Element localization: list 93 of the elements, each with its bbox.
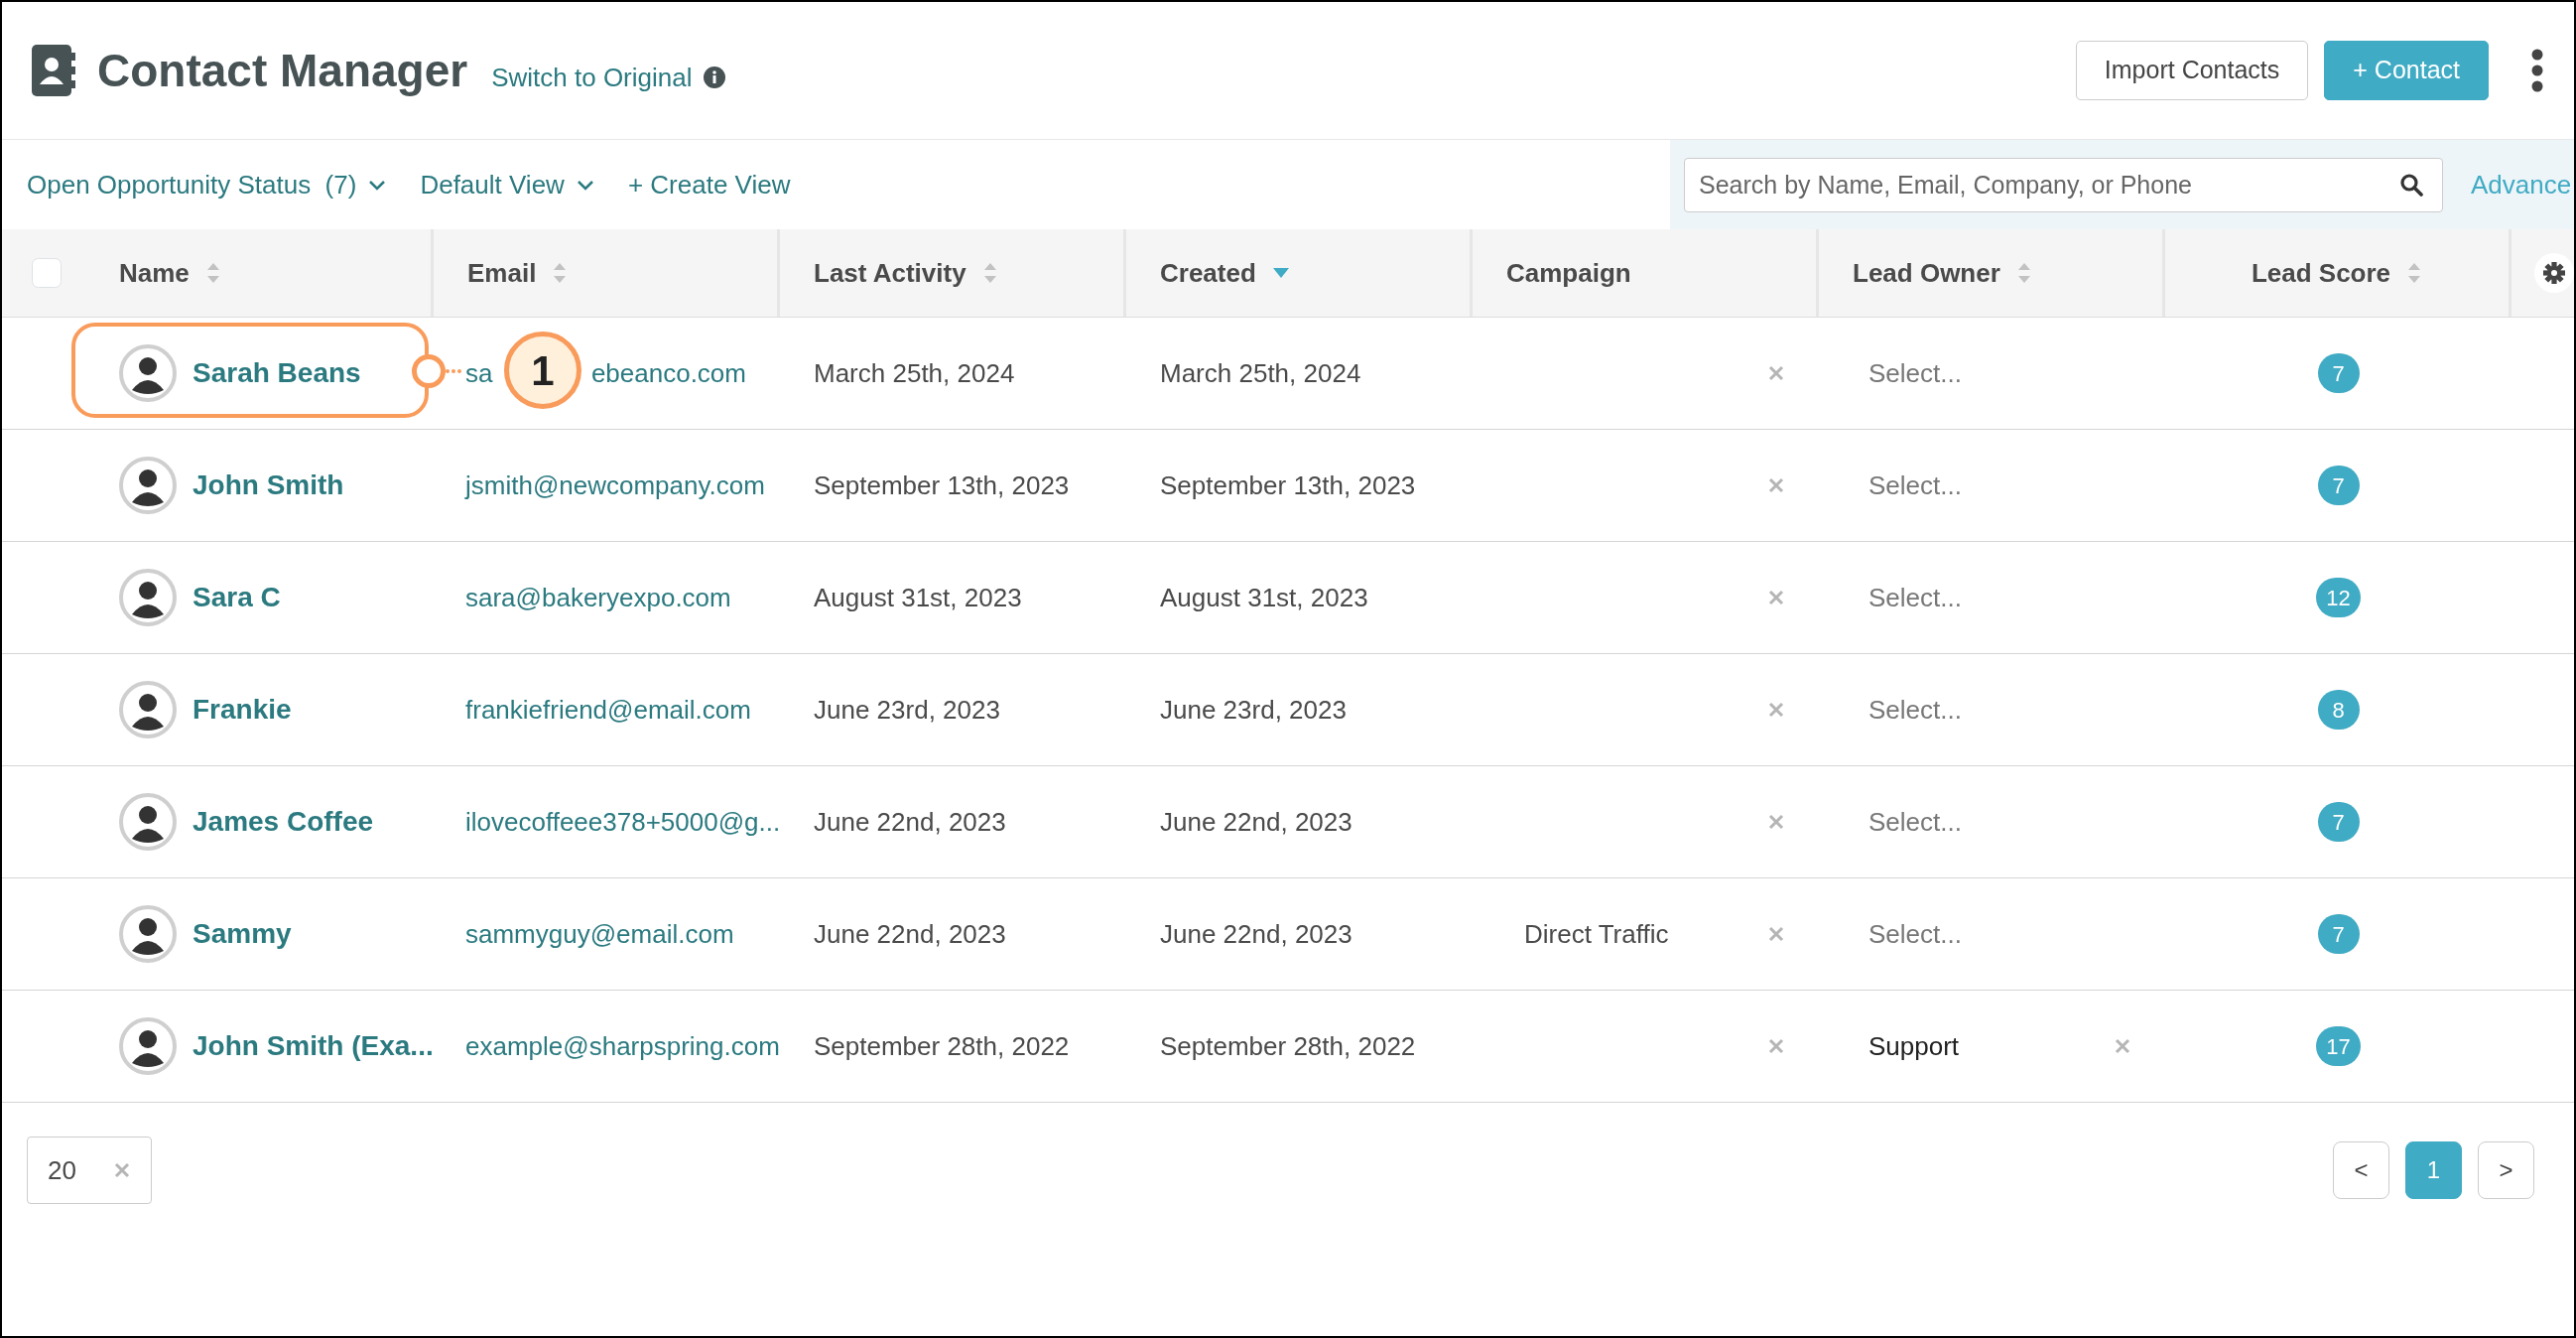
score-pill: 7: [2317, 353, 2360, 393]
score-pill: 8: [2317, 690, 2360, 730]
score-pill: 7: [2317, 466, 2360, 505]
contact-name-link[interactable]: John Smith (Exa...: [193, 1025, 434, 1067]
score-pill: 17: [2316, 1026, 2361, 1066]
import-button[interactable]: Import Contacts: [2075, 41, 2309, 100]
select-all-checkbox[interactable]: [32, 258, 62, 288]
connector-ring: [412, 354, 446, 388]
date-text: June 22nd, 2023: [1160, 917, 1352, 951]
avatar-icon: [119, 905, 177, 963]
column-header: Lead Owner: [1853, 256, 2000, 290]
avatar-icon: [119, 457, 177, 514]
contact-name-link[interactable]: James Coffee: [193, 801, 374, 843]
column-header: Lead Score: [2251, 256, 2391, 290]
score-pill: 7: [2317, 914, 2360, 954]
select-placeholder[interactable]: Select...: [1868, 578, 1962, 617]
date-text: August 31st, 2023: [1160, 581, 1368, 614]
contact-name-link[interactable]: Sara C: [193, 577, 281, 618]
avatar-icon: [119, 569, 177, 626]
date-text: June 23rd, 2023: [1160, 693, 1347, 727]
date-text: March 25th, 2024: [1160, 356, 1361, 390]
avatar-icon: [119, 1017, 177, 1075]
page-button[interactable]: <: [2333, 1141, 2389, 1199]
date-text: June 23rd, 2023: [814, 693, 1000, 727]
select-placeholder[interactable]: Select...: [1868, 466, 1962, 505]
email-link[interactable]: ilovecoffeee378+5000@g...: [465, 802, 781, 842]
add-contact-button[interactable]: + Contact: [2324, 41, 2489, 100]
avatar-icon: [119, 793, 177, 851]
page-title: Contact Manager: [97, 43, 468, 98]
clear-icon[interactable]: [1767, 701, 1785, 719]
date-text: September 13th, 2023: [814, 468, 1070, 502]
more-menu-icon[interactable]: [2530, 49, 2544, 92]
column-header: Email: [467, 256, 537, 290]
avatar-icon: [119, 344, 177, 402]
info-icon: [704, 67, 726, 88]
sort-icon[interactable]: [2015, 261, 2032, 285]
date-text: September 28th, 2022: [814, 1029, 1070, 1063]
email-link[interactable]: sammyguy@email.com: [465, 914, 734, 954]
date-text: March 25th, 2024: [814, 356, 1015, 390]
search-field[interactable]: Search by Name, Email, Company, or Phone: [1684, 157, 2443, 212]
email-link[interactable]: jsmith@newcompany.com: [465, 466, 765, 505]
email-link[interactable]: frankiefriend@email.com: [465, 690, 751, 730]
clear-icon[interactable]: [1767, 476, 1785, 494]
date-text: August 31st, 2023: [814, 581, 1022, 614]
filter-dropdown[interactable]: Default View: [420, 165, 594, 204]
clear-icon[interactable]: [1767, 1037, 1785, 1055]
page-button[interactable]: 1: [2405, 1141, 2462, 1199]
sort-descending-icon[interactable]: [1271, 267, 1290, 279]
clear-icon[interactable]: [1767, 364, 1785, 382]
campaign-text: Direct Traffic: [1524, 917, 1669, 951]
select-placeholder[interactable]: Select...: [1868, 353, 1962, 393]
column-header: Last Activity: [814, 256, 966, 290]
date-text: June 22nd, 2023: [814, 805, 1006, 839]
email-link[interactable]: sara@bakeryexpo.com: [465, 578, 731, 617]
select-placeholder[interactable]: Select...: [1868, 914, 1962, 954]
owner-text[interactable]: Support: [1868, 1026, 1960, 1066]
column-header: Campaign: [1506, 256, 1631, 290]
date-text: September 28th, 2022: [1160, 1029, 1416, 1063]
contact-book-icon: [32, 45, 75, 96]
callout-number: 1: [504, 332, 581, 409]
select-placeholder[interactable]: Select...: [1868, 802, 1962, 842]
date-text: June 22nd, 2023: [814, 917, 1006, 951]
settings-icon[interactable]: [2534, 253, 2574, 293]
contact-name-link[interactable]: John Smith: [193, 465, 344, 506]
sort-icon[interactable]: [981, 261, 998, 285]
contact-name-link[interactable]: Sarah Beans: [193, 352, 361, 394]
select-placeholder[interactable]: Select...: [1868, 690, 1962, 730]
date-text: September 13th, 2023: [1160, 468, 1416, 502]
switch-link[interactable]: Switch to Original: [491, 58, 693, 97]
filter-dropdown[interactable]: Open Opportunity Status (7): [27, 165, 387, 204]
email-link[interactable]: sa: [465, 353, 493, 393]
clear-icon[interactable]: [113, 1161, 131, 1179]
contact-name-link[interactable]: Frankie: [193, 689, 292, 731]
search-icon[interactable]: [2399, 172, 2423, 197]
sort-icon[interactable]: [552, 261, 569, 285]
page-button[interactable]: >: [2478, 1141, 2534, 1199]
page-size-select[interactable]: 20: [27, 1137, 152, 1204]
sort-icon[interactable]: [204, 261, 221, 285]
sort-icon[interactable]: [2406, 261, 2423, 285]
clear-icon[interactable]: [1767, 813, 1785, 831]
clear-icon[interactable]: [1767, 589, 1785, 606]
column-header: Name: [119, 256, 190, 290]
date-text: June 22nd, 2023: [1160, 805, 1352, 839]
email-link[interactable]: ebeanco.com: [590, 353, 746, 393]
create-view-link[interactable]: + Create View: [627, 165, 791, 204]
score-pill: 12: [2316, 578, 2361, 617]
avatar-icon: [119, 681, 177, 738]
score-pill: 7: [2317, 802, 2360, 842]
clear-icon[interactable]: [1767, 925, 1785, 943]
email-link[interactable]: example@sharpspring.com: [465, 1026, 780, 1066]
clear-icon[interactable]: [2114, 1037, 2131, 1055]
column-header: Created: [1160, 256, 1256, 290]
contact-name-link[interactable]: Sammy: [193, 913, 292, 955]
